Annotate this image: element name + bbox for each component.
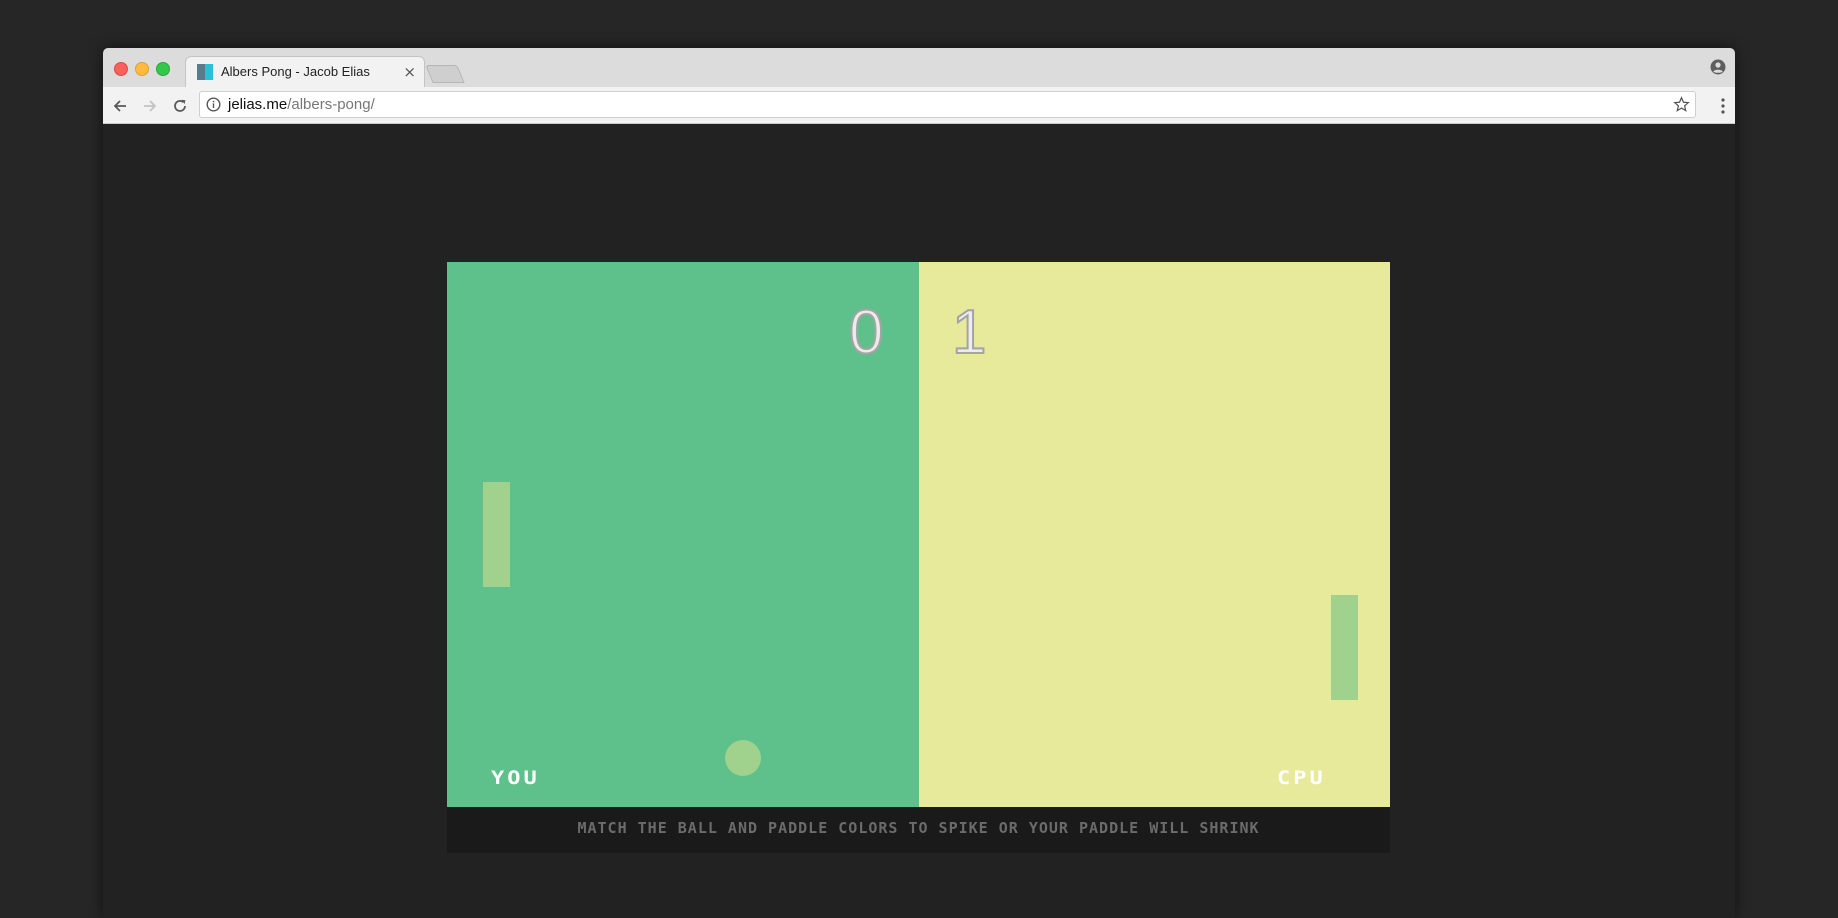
arrow-left-icon[interactable]: [111, 97, 129, 115]
cpu-paddle: [1331, 595, 1358, 700]
player-label: YOU: [491, 767, 540, 790]
toolbar: jelias.me/albers-pong/: [103, 87, 1735, 124]
player-score: 0: [848, 297, 885, 368]
arrow-right-icon[interactable]: [141, 97, 159, 115]
url-text[interactable]: jelias.me/albers-pong/: [228, 96, 375, 114]
maximize-window-button[interactable]: [156, 62, 170, 76]
new-tab-button[interactable]: [425, 65, 465, 83]
url-path: /albers-pong/: [287, 96, 375, 113]
kebab-menu-icon[interactable]: [1721, 97, 1725, 115]
profile-icon[interactable]: [1710, 59, 1726, 75]
address-bar[interactable]: jelias.me/albers-pong/: [199, 91, 1696, 118]
minimize-window-button[interactable]: [135, 62, 149, 76]
reload-icon[interactable]: [171, 97, 189, 115]
tab-title: Albers Pong - Jacob Elias: [221, 64, 370, 79]
browser-window: Albers Pong - Jacob Elias × jelias.me/al…: [103, 48, 1735, 918]
cpu-field: [919, 262, 1390, 807]
ball: [725, 740, 761, 776]
title-bar: Albers Pong - Jacob Elias ×: [103, 48, 1735, 87]
hint-text: MATCH THE BALL AND PADDLE COLORS TO SPIK…: [577, 819, 1260, 837]
cpu-label: CPU: [1277, 767, 1326, 790]
star-icon[interactable]: [1673, 96, 1690, 113]
player-paddle[interactable]: [483, 482, 510, 587]
hint-bar: MATCH THE BALL AND PADDLE COLORS TO SPIK…: [447, 807, 1390, 853]
url-host: jelias.me: [228, 96, 288, 113]
browser-tab[interactable]: Albers Pong - Jacob Elias ×: [185, 56, 425, 87]
info-icon[interactable]: [206, 97, 221, 112]
game-canvas[interactable]: 0 1 YOU CPU: [447, 262, 1390, 807]
favicon-icon: [197, 64, 213, 80]
tab-close-icon[interactable]: ×: [403, 63, 416, 81]
close-window-button[interactable]: [114, 62, 128, 76]
cpu-score: 1: [951, 297, 988, 368]
